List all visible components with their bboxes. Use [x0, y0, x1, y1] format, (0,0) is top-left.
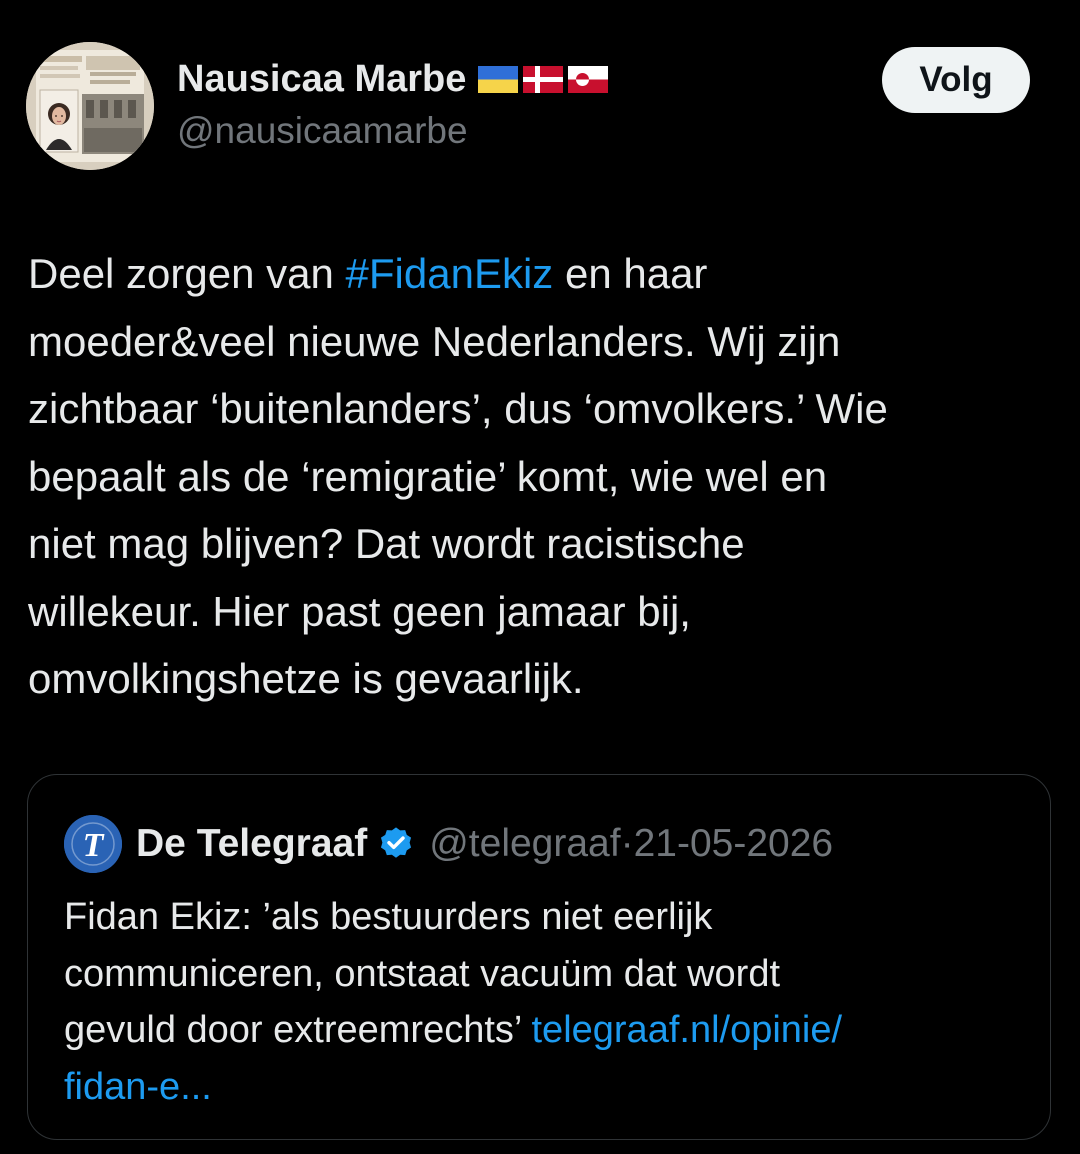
tweet-line: Deel zorgen van #FidanEkiz en haar — [28, 250, 708, 297]
quoted-tweet-header: T De Telegraaf @telegraaf · 21-05-2026 — [64, 815, 833, 873]
quote-line: communiceren, ontstaat vacuüm dat wordt — [64, 952, 781, 995]
quoted-tweet-text: Fidan Ekiz: ’als bestuurders niet eerlij… — [64, 889, 1024, 1115]
verified-badge-icon — [377, 825, 415, 863]
author-name[interactable]: Nausicaa Marbe — [177, 58, 466, 101]
hashtag-link[interactable]: #FidanEkiz — [346, 250, 554, 297]
tweet-text: Deel zorgen van #FidanEkiz en haar moede… — [28, 240, 1058, 713]
follow-button[interactable]: Volg — [882, 47, 1030, 113]
meta-separator: · — [620, 822, 634, 865]
quote-line: fidan-e... — [64, 1059, 1024, 1116]
author-avatar[interactable] — [26, 42, 154, 170]
tweet-line: omvolkingshetze is gevaarlijk. — [28, 655, 584, 702]
article-link[interactable]: telegraaf.nl/opinie/ — [532, 1009, 843, 1051]
quoted-tweet-card[interactable]: T De Telegraaf @telegraaf · 21-05-2026 F… — [27, 774, 1051, 1140]
quote-line: gevuld door extreemrechts’ telegraaf.nl/… — [64, 1009, 843, 1051]
denmark-flag-icon — [523, 66, 564, 93]
author-name-row[interactable]: Nausicaa Marbe — [177, 58, 609, 101]
svg-text:T: T — [83, 827, 105, 864]
avatar-book-cover-image — [26, 42, 154, 170]
article-link-continued[interactable]: fidan-e... — [64, 1066, 212, 1108]
quoted-author-handle[interactable]: @telegraaf — [429, 822, 620, 866]
quoted-author-name[interactable]: De Telegraaf — [136, 822, 367, 866]
greenland-flag-icon — [568, 66, 609, 93]
tweet-line: bepaalt als de ‘remigratie’ komt, wie we… — [28, 452, 828, 500]
tweet-line: willekeur. Hier past geen jamaar bij, — [28, 587, 691, 635]
tweet-line: zichtbaar ‘buitenlanders’, dus ‘omvolker… — [28, 385, 888, 432]
tweet-line: moeder&veel nieuwe Nederlanders. Wij zij… — [28, 317, 841, 365]
ukraine-flag-icon — [478, 66, 519, 93]
quoted-tweet-date[interactable]: 21-05-2026 — [634, 822, 834, 866]
telegraaf-logo-icon[interactable]: T — [64, 815, 122, 873]
quote-line: Fidan Ekiz: ’als bestuurders niet eerlij… — [64, 896, 713, 938]
tweet-line: niet mag blijven? Dat wordt racistische — [28, 520, 745, 567]
author-handle[interactable]: @nausicaamarbe — [177, 110, 468, 152]
author-flags — [478, 66, 609, 93]
